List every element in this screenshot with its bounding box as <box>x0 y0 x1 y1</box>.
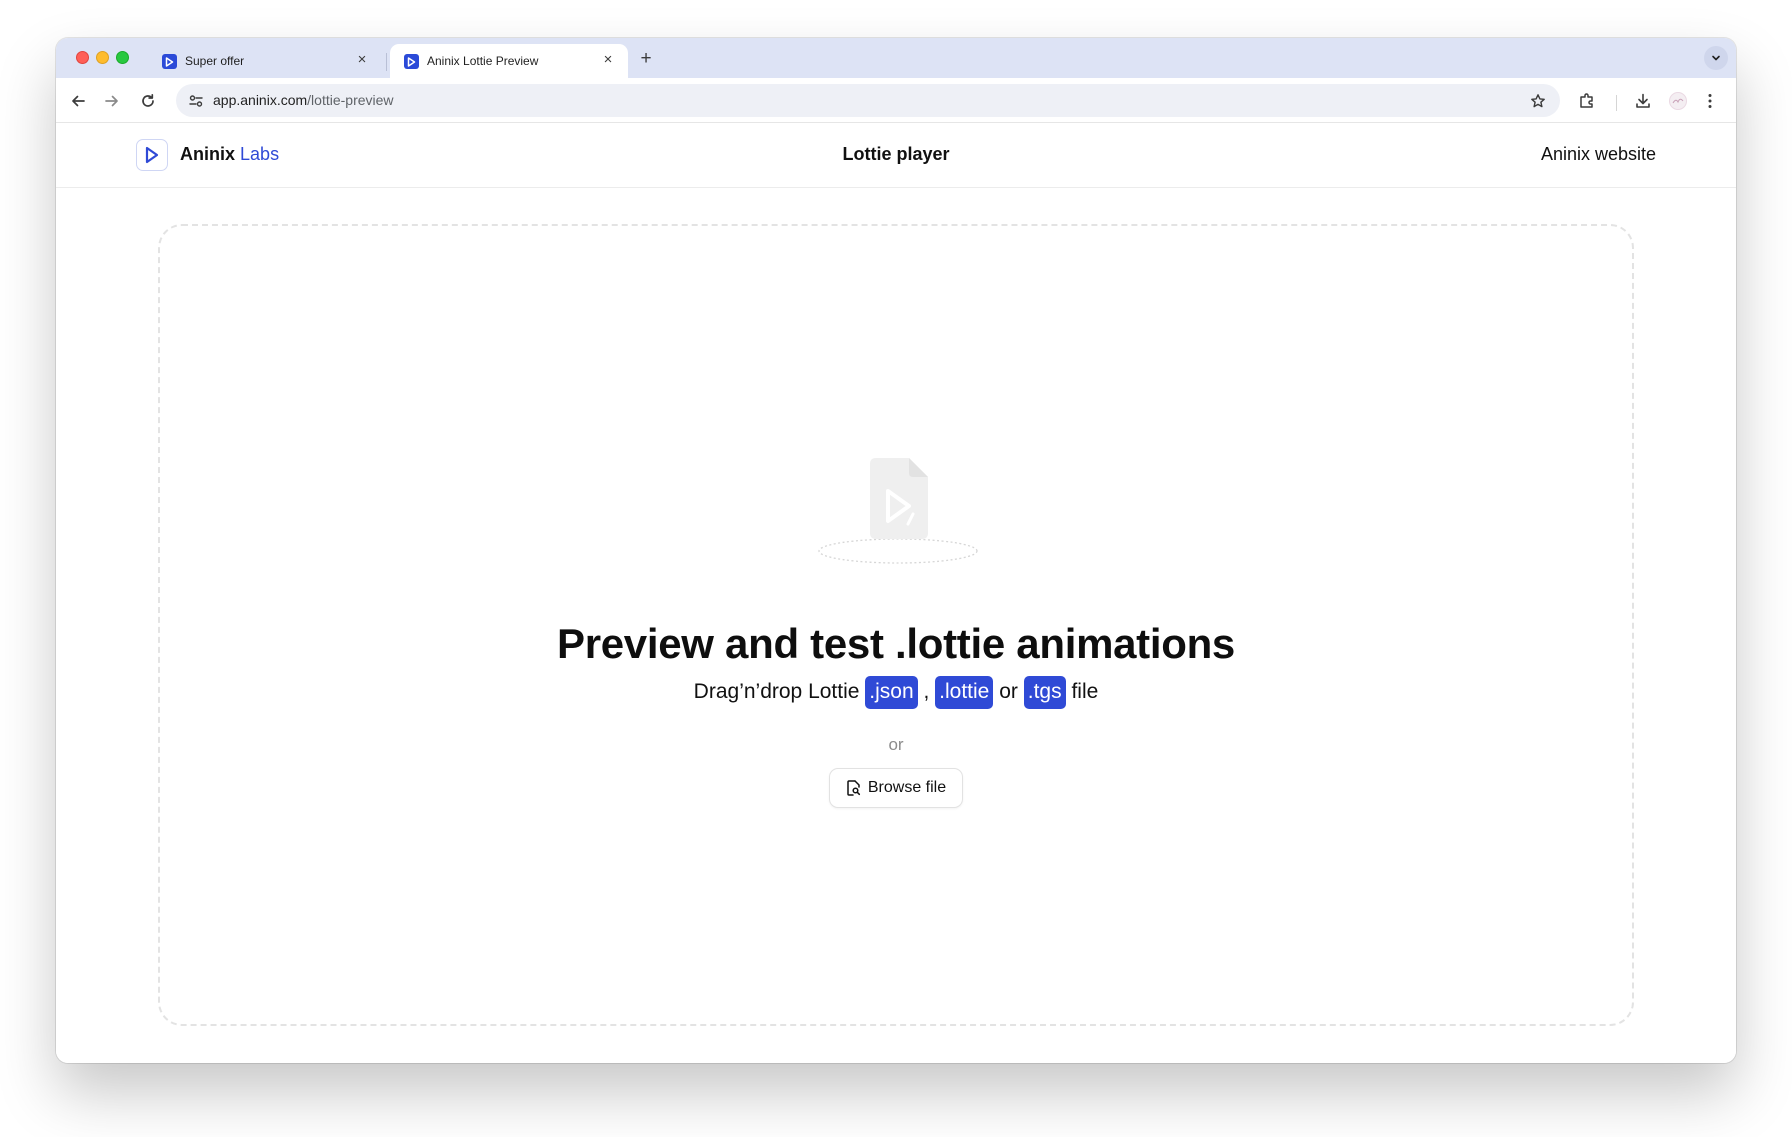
file-dropzone[interactable]: Preview and test .lottie animations Drag… <box>158 224 1634 1026</box>
tab-strip: Super offer × Aninix Lottie Preview × + <box>56 38 1736 78</box>
site-info-icon <box>189 95 203 107</box>
url-text[interactable]: app.aninix.com/lottie-preview <box>213 92 394 108</box>
tab-search-button[interactable] <box>1704 46 1728 70</box>
page-title: Lottie player <box>842 144 950 164</box>
file-play-icon <box>818 458 978 564</box>
profile-icon <box>1669 92 1687 110</box>
browser-toolbar: app.aninix.com/lottie-preview <box>56 78 1736 123</box>
close-tab-icon[interactable]: × <box>598 50 618 70</box>
browse-file-button[interactable]: Browse file <box>829 768 963 808</box>
url-host: app.aninix.com <box>213 92 308 108</box>
close-tab-icon[interactable]: × <box>352 50 372 70</box>
back-arrow-icon <box>72 95 85 107</box>
forward-button[interactable] <box>98 87 126 115</box>
address-bar[interactable]: app.aninix.com/lottie-preview <box>176 84 1560 117</box>
subline-suffix: file <box>1071 680 1099 703</box>
tab-title: Aninix Lottie Preview <box>427 54 539 68</box>
new-tab-button[interactable]: + <box>634 48 658 72</box>
format-chip-tgs: .tgs <box>1023 676 1066 709</box>
format-chip-lottie: .lottie <box>935 676 994 709</box>
close-window-button[interactable] <box>76 51 89 64</box>
subline-comma: , <box>923 680 930 703</box>
chevron-down-icon <box>1712 55 1720 61</box>
downloads-button[interactable] <box>1629 87 1657 115</box>
subline-or: or <box>999 680 1018 703</box>
subline-prefix: Drag’n’drop Lottie <box>693 680 860 703</box>
dropzone-headline: Preview and test .lottie animations <box>556 620 1235 667</box>
forward-arrow-icon <box>105 95 118 107</box>
tab-super-offer[interactable]: Super offer × <box>148 44 382 78</box>
tab-divider <box>386 53 387 71</box>
browser-menu-button[interactable] <box>1696 87 1724 115</box>
kebab-menu-icon <box>1708 94 1712 108</box>
aninix-website-link[interactable]: Aninix website <box>1541 144 1656 165</box>
reload-button[interactable] <box>134 87 162 115</box>
extensions-icon <box>1580 93 1593 108</box>
browser-window: Super offer × Aninix Lottie Preview × + <box>56 38 1736 1063</box>
minimize-window-button[interactable] <box>96 51 109 64</box>
or-separator: or <box>888 735 904 754</box>
site-header: Aninix Labs Lottie player Aninix website <box>56 124 1736 188</box>
bookmark-button[interactable] <box>1526 89 1550 113</box>
aninix-favicon-icon <box>162 54 177 69</box>
url-path: /lottie-preview <box>307 92 394 108</box>
page-content: Aninix Labs Lottie player Aninix website… <box>56 124 1736 1063</box>
back-button[interactable] <box>64 87 92 115</box>
toolbar-separator <box>1616 95 1617 111</box>
tab-title: Super offer <box>185 54 245 68</box>
tab-aninix-lottie-preview[interactable]: Aninix Lottie Preview × <box>390 44 628 78</box>
extensions-button[interactable] <box>1573 87 1601 115</box>
maximize-window-button[interactable] <box>116 51 129 64</box>
profile-button[interactable] <box>1664 87 1692 115</box>
site-info-button[interactable] <box>184 89 208 113</box>
star-icon <box>1531 94 1545 108</box>
dropzone-subline: Drag’n’drop Lottie .json , .lottie or .t… <box>160 676 1632 709</box>
aninix-favicon-icon <box>404 54 419 69</box>
reload-icon <box>142 93 154 107</box>
download-icon <box>1636 93 1650 108</box>
file-search-icon <box>847 780 860 796</box>
format-chip-json: .json <box>865 676 918 709</box>
browse-file-label: Browse file <box>867 779 947 796</box>
